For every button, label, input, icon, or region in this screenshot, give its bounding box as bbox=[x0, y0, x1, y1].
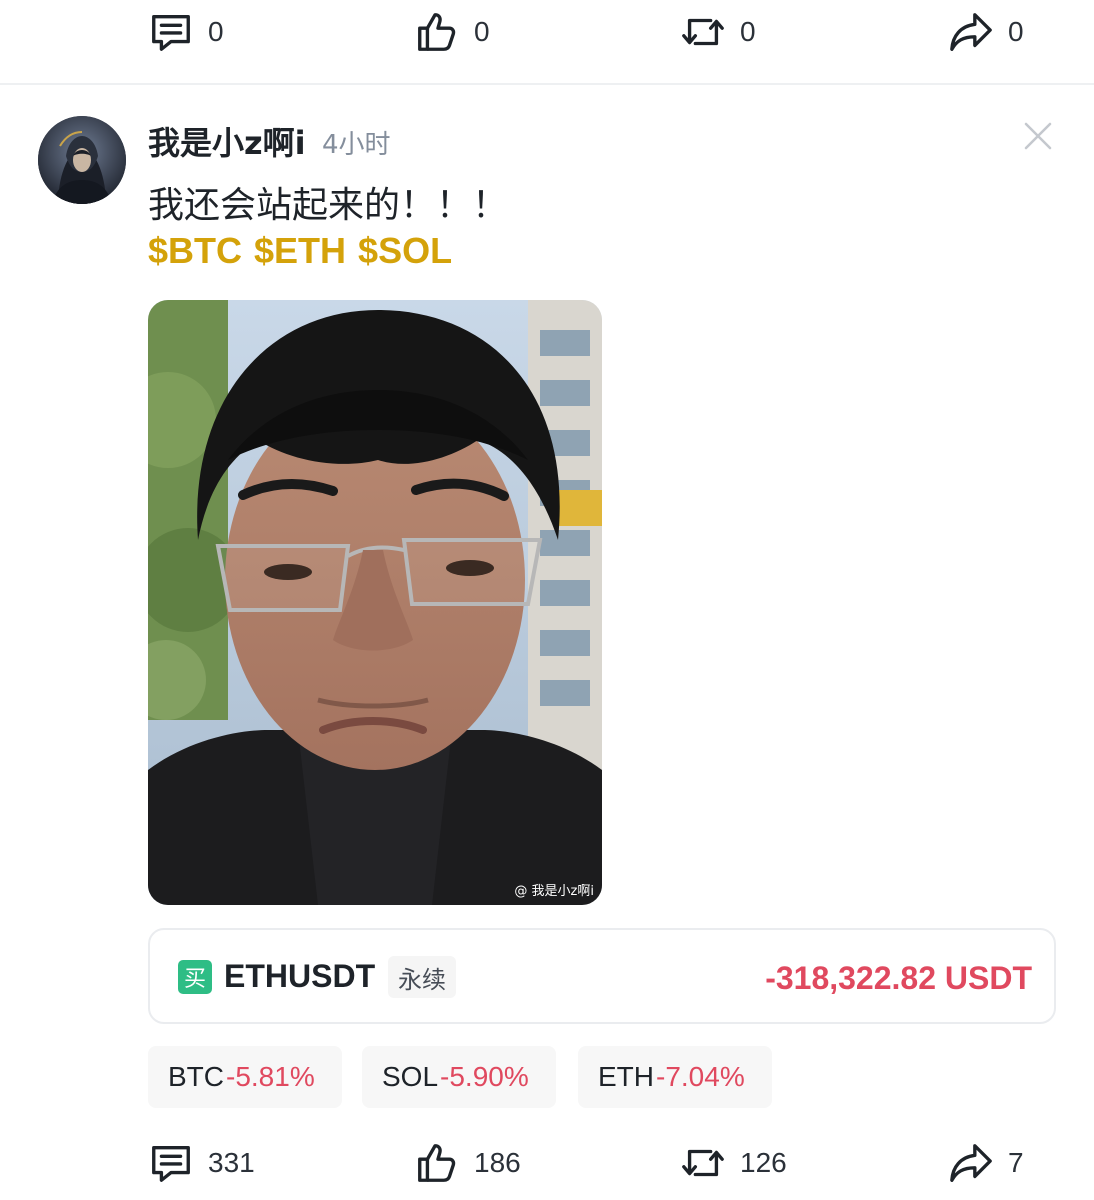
comment-button[interactable]: 331 bbox=[148, 1133, 255, 1193]
image-watermark: @ 我是小z啊i bbox=[514, 884, 594, 899]
coin-chip-eth[interactable]: ETH -7.04% bbox=[578, 1046, 772, 1108]
post-divider bbox=[0, 83, 1094, 85]
coin-symbol: SOL bbox=[382, 1061, 439, 1092]
cashtag-list: $BTC $ETH $SOL bbox=[148, 230, 452, 272]
share-icon bbox=[950, 13, 992, 51]
like-button[interactable]: 0 bbox=[414, 2, 490, 62]
repost-icon bbox=[682, 18, 724, 46]
cashtag-sol[interactable]: $SOL bbox=[358, 230, 452, 272]
share-count: 0 bbox=[1008, 16, 1024, 47]
repost-count: 0 bbox=[740, 16, 756, 47]
comment-count: 0 bbox=[208, 16, 224, 47]
share-button[interactable]: 7 bbox=[948, 1133, 1024, 1193]
coin-change: -5.81% bbox=[226, 1061, 315, 1092]
share-icon bbox=[950, 1144, 992, 1182]
coin-symbol: ETH bbox=[598, 1061, 654, 1092]
comment-button[interactable]: 0 bbox=[148, 2, 224, 62]
username[interactable]: 我是小z啊i bbox=[148, 118, 306, 164]
thumbs-up-icon bbox=[418, 13, 456, 51]
position-card[interactable]: 买 ETHUSDT 永续 -318,322.82 USDT bbox=[148, 928, 1056, 1024]
trading-pair: ETHUSDT bbox=[224, 958, 376, 994]
coin-change: -5.90% bbox=[440, 1061, 529, 1092]
like-button[interactable]: 186 bbox=[414, 1133, 521, 1193]
post-image[interactable]: @ 我是小z啊i bbox=[148, 300, 602, 905]
thumbs-up-icon bbox=[418, 1144, 456, 1182]
close-icon bbox=[1024, 122, 1052, 150]
cashtag-eth[interactable]: $ETH bbox=[254, 230, 346, 272]
coin-chip-sol[interactable]: SOL -5.90% bbox=[362, 1046, 556, 1108]
coin-symbol: BTC bbox=[168, 1061, 224, 1092]
comment-icon bbox=[152, 14, 190, 51]
cashtag-btc[interactable]: $BTC bbox=[148, 230, 242, 272]
previous-post-action-bar: 0 0 0 0 bbox=[0, 2, 1094, 62]
dismiss-button[interactable] bbox=[1020, 118, 1056, 154]
share-count: 7 bbox=[1008, 1147, 1024, 1178]
post-time: 4小时 bbox=[322, 130, 391, 160]
coin-chip-btc[interactable]: BTC -5.81% bbox=[148, 1046, 342, 1108]
post-action-bar: 331 186 126 7 bbox=[0, 1133, 1094, 1193]
contract-type-badge: 永续 bbox=[388, 956, 456, 998]
post-text: 我还会站起来的！！！ bbox=[148, 185, 509, 226]
share-button[interactable]: 0 bbox=[948, 2, 1024, 62]
like-count: 186 bbox=[474, 1147, 521, 1178]
position-pnl: -318,322.82 USDT bbox=[765, 960, 1032, 996]
repost-count: 126 bbox=[740, 1147, 787, 1178]
comment-icon bbox=[152, 1145, 190, 1182]
avatar[interactable] bbox=[38, 116, 126, 204]
repost-icon bbox=[682, 1149, 724, 1177]
coin-change: -7.04% bbox=[656, 1061, 745, 1092]
repost-button[interactable]: 126 bbox=[680, 1133, 787, 1193]
comment-count: 331 bbox=[208, 1147, 255, 1178]
buy-badge: 买 bbox=[178, 960, 212, 994]
like-count: 0 bbox=[474, 16, 490, 47]
repost-button[interactable]: 0 bbox=[680, 2, 756, 62]
